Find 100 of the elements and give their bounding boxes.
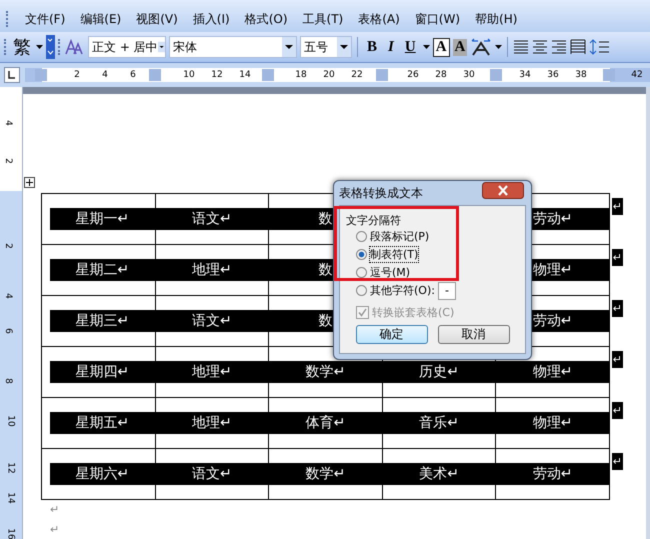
toolbar-options-icon[interactable]: [46, 35, 55, 59]
table-cell: 星期五↵: [75, 414, 130, 432]
table-cell: 体育↵: [306, 414, 346, 432]
menu-item[interactable]: 插入(I): [192, 8, 230, 30]
row-end-mark: ↵: [612, 198, 623, 215]
menu-item[interactable]: 帮助(H): [475, 8, 518, 30]
ruler-number: 28: [435, 69, 447, 82]
menu-item[interactable]: 视图(V): [136, 8, 178, 30]
table-cell: 星期四↵: [75, 363, 130, 381]
radio-button[interactable]: [356, 285, 367, 296]
menu-item[interactable]: 工具(T): [302, 8, 344, 30]
row-end-mark: ↵: [612, 402, 623, 419]
radio-label[interactable]: 制表符(T): [370, 247, 418, 262]
ruler-number: 30: [463, 69, 475, 82]
ruler-number: 4: [102, 69, 108, 82]
character-shading-button[interactable]: A: [452, 38, 468, 56]
ruler-number: 16: [6, 528, 16, 539]
column-marker[interactable]: [262, 69, 274, 81]
menu-item[interactable]: 窗口(W): [414, 8, 460, 30]
paragraph-mark: ↵: [50, 502, 60, 518]
table-cell: 历史↵: [419, 363, 459, 381]
table-cell: 语文↵: [192, 210, 232, 228]
caret-icon[interactable]: [495, 45, 502, 49]
ruler-number: 18: [295, 69, 307, 82]
italic-button[interactable]: I: [384, 38, 398, 56]
ruler-number: 4: [2, 120, 13, 126]
close-icon[interactable]: [482, 182, 524, 198]
ruler-number: 10: [183, 69, 195, 82]
ruler-number: 6: [2, 328, 13, 334]
bold-button[interactable]: B: [363, 38, 382, 56]
column-marker[interactable]: [376, 69, 388, 81]
table-cell: 物理↵: [532, 363, 573, 381]
row-end-mark: ↵: [612, 249, 623, 266]
ruler-number: 2: [2, 158, 13, 164]
ruler-number: 22: [351, 69, 363, 82]
table-cell: 数: [318, 261, 332, 279]
ruler-number: 34: [519, 69, 531, 82]
radio-button[interactable]: [356, 231, 367, 242]
dialog-button[interactable]: 确定: [356, 325, 428, 344]
group-label: 文字分隔符: [346, 213, 402, 228]
column-marker[interactable]: [490, 69, 502, 81]
caret-icon[interactable]: [422, 45, 430, 49]
ruler-number: 36: [547, 69, 559, 82]
radio-label[interactable]: 段落标记(P): [370, 229, 430, 244]
ruler-number: 6: [130, 69, 136, 82]
table-move-handle-icon[interactable]: [24, 177, 35, 188]
table-cell: 星期一↵: [75, 210, 130, 228]
ruler-number: 20: [323, 69, 335, 82]
underline-button[interactable]: U: [400, 38, 420, 56]
character-border-button[interactable]: A: [432, 38, 450, 56]
table-cell: 音乐↵: [419, 414, 459, 432]
ruler-number: 14: [6, 492, 16, 504]
ruler-number: 2: [2, 243, 13, 249]
ruler-number: 26: [407, 69, 419, 82]
ruler-number: 14: [239, 69, 251, 82]
styles-icon[interactable]: [65, 38, 85, 56]
table-cell: 星期三↵: [75, 312, 130, 330]
distributed-icon[interactable]: [570, 39, 586, 55]
character-scale-icon[interactable]: [470, 38, 492, 56]
table-cell: 劳动↵: [532, 312, 573, 330]
table-cell: 劳动↵: [532, 210, 573, 228]
table-cell: 物理↵: [532, 261, 573, 279]
column-marker[interactable]: [603, 69, 615, 81]
column-marker[interactable]: [35, 69, 47, 81]
menu-item[interactable]: 表格(A): [358, 8, 400, 30]
dialog-button[interactable]: 取消: [438, 325, 510, 344]
radio-label[interactable]: 其他字符(O):: [370, 283, 435, 298]
dialog-title: 表格转换成文本: [339, 184, 423, 202]
row-end-mark: ↵: [612, 300, 623, 317]
table-cell: 地理↵: [192, 261, 232, 279]
ruler-number: 38: [575, 69, 587, 82]
ruler-number: 10: [6, 415, 16, 427]
ruler-number: 42: [631, 69, 643, 82]
tab-stop-icon[interactable]: [4, 67, 20, 83]
menu-item[interactable]: 文件(F): [25, 8, 66, 30]
table-cell: 地理↵: [192, 414, 232, 432]
align-right-icon[interactable]: [551, 40, 568, 54]
table-cell: 劳动↵: [532, 465, 573, 483]
ruler-number: 4: [2, 293, 13, 299]
ruler-number: 2: [74, 69, 80, 82]
column-marker[interactable]: [149, 69, 161, 81]
menu-item[interactable]: 格式(O): [244, 8, 288, 30]
caret-icon[interactable]: [36, 45, 43, 49]
paragraph-mark: ↵: [50, 522, 60, 538]
input-field[interactable]: -: [438, 282, 456, 300]
radio-button[interactable]: [356, 249, 367, 260]
table-cell: 数: [318, 210, 332, 228]
table-cell: 数学↵: [306, 363, 346, 381]
radio-label[interactable]: 逗号(M): [370, 265, 410, 280]
justify-icon[interactable]: [513, 40, 530, 54]
radio-button[interactable]: [356, 267, 367, 278]
conversion-dropdown[interactable]: 繁: [11, 35, 33, 59]
table-cell: 语文↵: [192, 312, 232, 330]
menu-item[interactable]: 编辑(E): [80, 8, 122, 30]
row-end-mark: ↵: [612, 351, 623, 368]
table-cell: 数学↵: [306, 465, 346, 483]
line-spacing-icon[interactable]: [589, 39, 612, 55]
table-cell: 星期二↵: [75, 261, 130, 279]
table-cell: 地理↵: [192, 363, 232, 381]
align-center-icon[interactable]: [532, 40, 548, 54]
